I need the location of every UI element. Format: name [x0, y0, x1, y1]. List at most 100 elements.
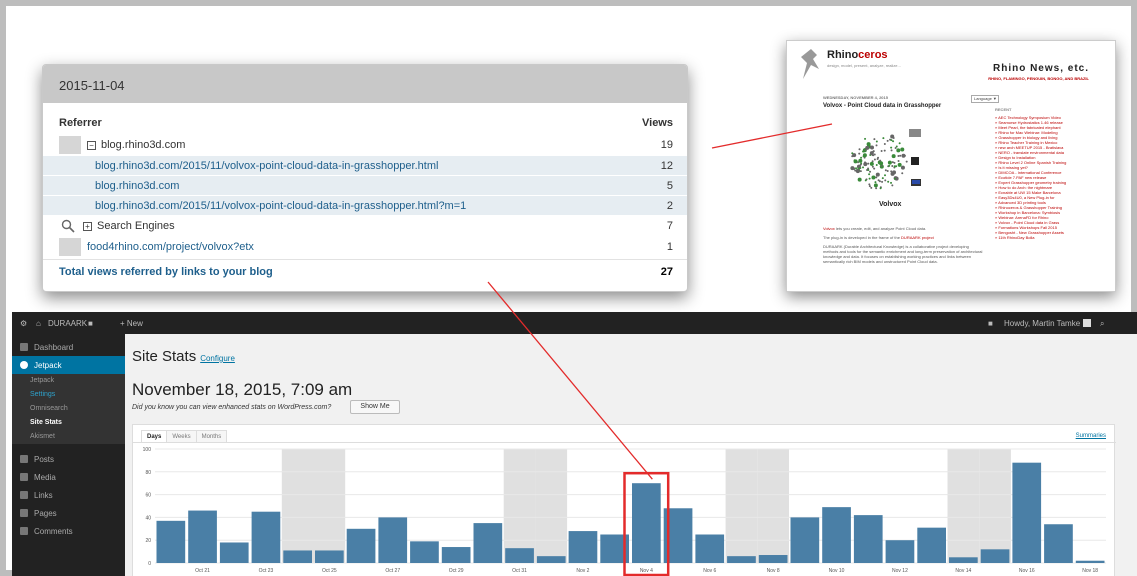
chart-bar[interactable]: [790, 517, 820, 563]
menu-pages[interactable]: Pages: [12, 504, 125, 522]
x-tick-label: Oct 29: [449, 568, 464, 574]
rhino-blog-thumbnail: Rhinoceros design, model, present, analy…: [786, 40, 1116, 292]
howdy-user[interactable]: Howdy, Martin Tamke: [1004, 319, 1080, 328]
chart-bar[interactable]: [758, 555, 788, 563]
submenu-jetpack[interactable]: Jetpack: [12, 374, 125, 388]
referrer-date: 2015-11-04: [43, 65, 687, 103]
menu-dashboard[interactable]: Dashboard: [12, 338, 125, 356]
x-tick-label: Oct 25: [322, 568, 337, 574]
comments-icon[interactable]: ■: [88, 319, 93, 328]
chart-bar[interactable]: [822, 507, 851, 563]
chart-bar[interactable]: [1012, 462, 1042, 563]
total-label[interactable]: Total views referred by links to your bl…: [59, 266, 273, 283]
point-cloud-sphere-image: [850, 129, 921, 190]
chart-bar[interactable]: [695, 534, 725, 564]
language-select[interactable]: Language ▼: [971, 95, 999, 103]
chart-bar[interactable]: [156, 520, 186, 563]
menu-links[interactable]: Links: [12, 486, 125, 504]
post-body: Volvox lets you create, edit, and analyz…: [823, 226, 983, 264]
chart-bar[interactable]: [980, 549, 1010, 563]
chart-bar[interactable]: [1044, 524, 1073, 563]
page-title: Site Stats Configure: [132, 348, 235, 365]
jetpack-icon: [20, 361, 28, 369]
tab-divider: [133, 442, 1116, 443]
show-me-button[interactable]: Show Me: [350, 400, 400, 414]
x-tick-label: Oct 23: [259, 568, 274, 574]
chart-bar[interactable]: [346, 528, 376, 563]
referrer-views: 12: [660, 159, 673, 172]
x-tick-label: Nov 2: [576, 568, 589, 574]
notifications-icon[interactable]: ■: [988, 319, 993, 328]
x-tick-label: Nov 12: [892, 568, 908, 574]
configure-link[interactable]: Configure: [200, 354, 235, 363]
chart-bar[interactable]: [378, 517, 408, 563]
chart-bar[interactable]: [188, 510, 217, 563]
chart-bar[interactable]: [410, 541, 439, 563]
referrer-link[interactable]: food4rhino.com/project/volvox?etx: [87, 241, 254, 253]
y-tick-label: 40: [145, 515, 151, 521]
search-icon: [61, 219, 75, 233]
referrer-link[interactable]: blog.rhino3d.com/2015/11/volvox-point-cl…: [95, 160, 438, 172]
chart-bar[interactable]: [853, 515, 883, 563]
referrer-row-blog[interactable]: − blog.rhino3d.com 19: [43, 135, 687, 155]
referrer-link[interactable]: blog.rhino3d.com: [95, 180, 179, 192]
referrer-row-food4rhino[interactable]: food4rhino.com/project/volvox?etx 1: [43, 237, 687, 257]
screenshot-frame: 2015-11-04 Referrer Views − blog.rhino3d.…: [0, 0, 1137, 576]
menu-comments[interactable]: Comments: [12, 522, 125, 540]
submenu-akismet[interactable]: Akismet: [12, 430, 125, 444]
menu-jetpack[interactable]: Jetpack: [12, 356, 125, 374]
wordpress-logo-icon[interactable]: ⚙: [20, 319, 27, 328]
referrer-subrow[interactable]: blog.rhino3d.com 5: [43, 175, 687, 195]
referrer-link[interactable]: blog.rhino3d.com/2015/11/volvox-point-cl…: [95, 200, 466, 212]
site-name[interactable]: DURAARK: [48, 319, 87, 328]
weekend-band: [757, 449, 789, 563]
weekend-band: [947, 449, 980, 563]
search-icon[interactable]: ⌕: [1100, 319, 1104, 329]
summaries-link[interactable]: Summaries: [1076, 433, 1106, 439]
referrer-total: Total views referred by links to your bl…: [43, 259, 687, 283]
chart-bar[interactable]: [283, 550, 312, 563]
chart-bar[interactable]: [885, 540, 915, 563]
weekend-band: [979, 449, 1011, 563]
main-content: Site Stats Configure November 18, 2015, 7…: [125, 334, 1137, 576]
chart-bar[interactable]: [219, 542, 249, 563]
chart-bar[interactable]: [727, 556, 756, 563]
referrer-col-label: Referrer: [59, 117, 102, 129]
chart-bar[interactable]: [473, 523, 503, 563]
referrer-subrow[interactable]: blog.rhino3d.com/2015/11/volvox-point-cl…: [43, 155, 687, 175]
x-tick-label: Nov 14: [955, 568, 971, 574]
chart-bar[interactable]: [1075, 560, 1105, 563]
menu-posts[interactable]: Posts: [12, 450, 125, 468]
weekend-band: [313, 449, 346, 563]
avatar[interactable]: [1083, 319, 1091, 327]
chart-bar[interactable]: [568, 531, 598, 563]
chart-bar[interactable]: [632, 483, 661, 563]
submenu-settings[interactable]: Settings: [12, 388, 125, 402]
home-icon[interactable]: ⌂: [36, 319, 41, 328]
referrer-views: 7: [666, 220, 673, 232]
post-date: WEDNESDAY, NOVEMBER 4, 2015: [823, 95, 888, 100]
expand-icon[interactable]: +: [83, 221, 92, 231]
referrer-subrow[interactable]: blog.rhino3d.com/2015/11/volvox-point-cl…: [43, 195, 687, 215]
chart-bar[interactable]: [441, 547, 471, 563]
submenu-omnisearch[interactable]: Omnisearch: [12, 402, 125, 416]
chart-bar[interactable]: [251, 511, 281, 563]
chart-bar[interactable]: [917, 527, 946, 563]
referrer-label: blog.rhino3d.com: [101, 139, 186, 151]
favicon-placeholder: [59, 238, 81, 256]
chart-bar[interactable]: [315, 550, 344, 563]
comments-icon: [20, 527, 28, 535]
admin-bar: ⚙ ⌂ DURAARK ■ + New ■ Howdy, Martin Tamk…: [12, 312, 1137, 334]
recent-label: RECENT: [995, 107, 1012, 112]
stats-chart-box: Days Weeks Months Summaries 0 20 40 60 80 100…: [132, 424, 1116, 576]
chart-bar[interactable]: [949, 557, 978, 563]
x-tick-label: Nov 8: [767, 568, 780, 574]
chart-bar[interactable]: [536, 556, 566, 563]
new-content-button[interactable]: + New: [120, 319, 143, 328]
referrer-row-search[interactable]: + Search Engines 7: [43, 215, 687, 237]
recent-post-link[interactable]: » 11th RhinoDay Bolla: [995, 235, 1113, 240]
menu-media[interactable]: Media: [12, 468, 125, 486]
chart-bar[interactable]: [505, 548, 534, 563]
collapse-icon[interactable]: −: [87, 140, 96, 150]
submenu-site-stats[interactable]: Site Stats: [12, 416, 125, 430]
